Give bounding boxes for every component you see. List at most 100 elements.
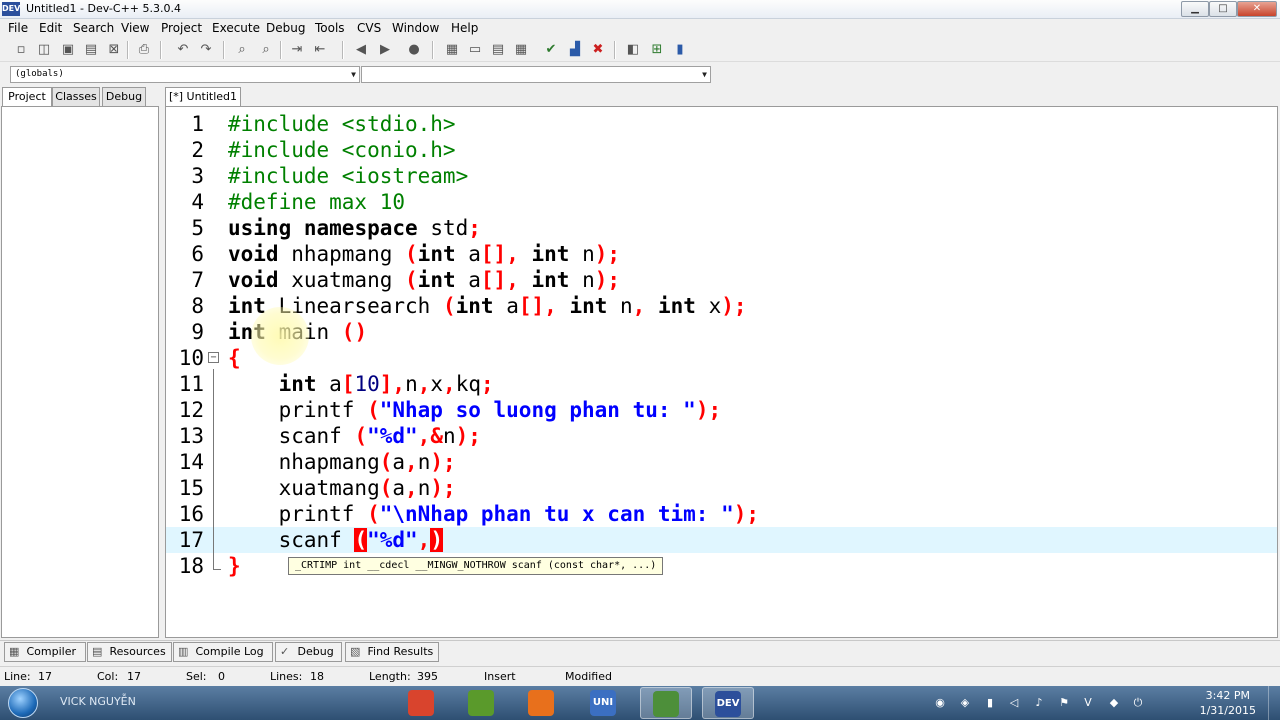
menu-window[interactable]: Window [392,21,439,35]
battery-icon[interactable]: ▮ [982,695,998,711]
unindent-button[interactable]: ⇤ [311,41,329,59]
close-button[interactable]: ✕ [1237,1,1277,17]
menu-cvs[interactable]: CVS [357,21,381,35]
scope-combo[interactable]: (globals) ▼ [10,66,360,83]
start-button[interactable] [8,688,38,718]
undo-button[interactable]: ↶ [174,41,192,59]
maximize-button[interactable]: □ [1209,1,1237,17]
grid-button[interactable]: ▦ [443,41,461,59]
speaker-muted-icon[interactable]: ◁ [1006,695,1022,711]
code-line[interactable]: 7 void xuatmang (int a[], int n); [166,267,1277,293]
code-line[interactable]: 17 scanf ("%d",) [166,527,1277,553]
open-project-button[interactable]: ◫ [35,41,53,59]
code-line[interactable]: 6 void nhapmang (int a[], int n); [166,241,1277,267]
new-file-button[interactable]: ▫ [12,41,30,59]
code-line[interactable]: 8 int Linearsearch (int a[], int n, int x… [166,293,1277,319]
skype-icon[interactable]: ◉ [932,695,948,711]
close-file-button[interactable]: ⊠ [105,41,123,59]
window-button[interactable]: ▭ [466,41,484,59]
tab-resources[interactable]: ▤ Resources [87,642,172,662]
power-icon[interactable]: ⏻ [1130,695,1146,711]
code-token: n [569,268,595,292]
code-line[interactable]: 5 using namespace std; [166,215,1277,241]
unikey-taskbar-button[interactable]: UNI [578,687,630,719]
tab-find-results[interactable]: ▧ Find Results [345,642,439,662]
save-all-button[interactable]: ▤ [82,41,100,59]
menu-debug[interactable]: Debug [266,21,305,35]
code-text: int a[10],n,x,kq; [228,371,494,397]
network-icon[interactable]: ◈ [957,695,973,711]
notepad-taskbar-button[interactable] [640,687,692,719]
menu-tools[interactable]: Tools [315,21,345,35]
tab-compile-log[interactable]: ▥ Compile Log [173,642,273,662]
show-desktop-button[interactable] [1268,686,1280,720]
tab-compiler[interactable]: ▦ Compiler [4,642,86,662]
code-line[interactable]: 14 nhapmang(a,n); [166,449,1277,475]
tab-debug[interactable]: Debug [102,87,146,106]
class-button[interactable]: ▤ [489,41,507,59]
code-line[interactable]: 13 scanf ("%d",&n); [166,423,1277,449]
delete-button[interactable]: ✖ [589,41,607,59]
taskbar-clock[interactable]: 3:42 PM 1/31/2015 [1200,688,1256,718]
indent-button[interactable]: ⇥ [288,41,306,59]
v-icon[interactable]: V [1080,695,1096,711]
tab-project[interactable]: Project [2,87,52,107]
project-panel[interactable] [1,106,159,638]
line-number: 10 [178,346,204,370]
devcpp-taskbar-button[interactable]: DEV [702,687,754,719]
code-line[interactable]: 4 #define max 10 [166,189,1277,215]
compile-button[interactable]: ✔ [542,41,560,59]
menu-view[interactable]: View [121,21,149,35]
code-line[interactable]: 11 int a[10],n,x,kq; [166,371,1277,397]
code-line[interactable]: 2 #include <conio.h> [166,137,1277,163]
editor-tab-untitled1[interactable]: [*] Untitled1 [165,87,241,106]
shield-icon[interactable]: ◆ [1106,695,1122,711]
menu-help[interactable]: Help [451,21,478,35]
code-token: , [417,528,431,552]
chart-button[interactable]: ▟ [566,41,584,59]
title-bar[interactable]: DEV Untitled1 - Dev-C++ 5.3.0.4 ▁ □ ✕ [0,0,1280,19]
volume-icon[interactable]: ♪ [1031,695,1047,711]
code-line[interactable]: 9 int main () [166,319,1277,345]
code-line[interactable]: 1 #include <stdio.h> [166,111,1277,137]
code-line[interactable]: 16 printf ("\nNhap phan tu x can tim: ")… [166,501,1277,527]
remove-from-project-button[interactable]: ▮ [671,41,689,59]
tab-classes[interactable]: Classes [52,87,100,106]
code-line[interactable]: 15 xuatmang(a,n); [166,475,1277,501]
tiles-button[interactable]: ▦ [512,41,530,59]
code-line[interactable]: 10−{ [166,345,1277,371]
firefox-taskbar-button[interactable] [516,687,568,719]
code-token: ( [405,268,418,292]
flag-icon[interactable]: ⚑ [1056,695,1072,711]
devcpp-app-icon[interactable]: DEV [2,2,20,16]
tab-debug-output[interactable]: ✓ Debug [275,642,342,662]
print-button[interactable]: ⎙ [135,41,153,59]
redo-icon: ↷ [200,42,212,57]
project-options-button[interactable]: ◧ [624,41,642,59]
menu-file[interactable]: File [8,21,28,35]
code-token: #include <iostream> [228,164,469,188]
save-button[interactable]: ▣ [59,41,77,59]
members-combo[interactable]: ▼ [361,66,711,83]
menu-search[interactable]: Search [73,21,114,35]
code-line[interactable]: 3 #include <iostream> [166,163,1277,189]
code-line[interactable]: 12 printf ("Nhap so luong phan tu: "); [166,397,1277,423]
goto-button[interactable]: ● [405,41,423,59]
minimize-button[interactable]: ▁ [1181,1,1209,17]
add-to-project-button[interactable]: ⊞ [648,41,666,59]
forward-button[interactable]: ▶ [376,41,394,59]
green-app-taskbar-button[interactable] [456,687,508,719]
redo-button[interactable]: ↷ [197,41,215,59]
back-button[interactable]: ◀ [352,41,370,59]
menu-edit[interactable]: Edit [39,21,62,35]
code-token: "%d" [367,424,418,448]
menu-execute[interactable]: Execute [212,21,260,35]
fold-toggle-icon[interactable]: − [208,352,219,363]
replace-button[interactable]: ⌕ [257,41,275,59]
code-editor[interactable]: 1 #include <stdio.h> 2 #include <conio.h> 3 #… [165,106,1278,638]
chrome-taskbar-button[interactable] [396,687,448,719]
code-token: n [405,372,418,396]
find-button[interactable]: ⌕ [233,41,251,59]
menu-project[interactable]: Project [161,21,202,35]
line-number: 5 [191,216,204,240]
